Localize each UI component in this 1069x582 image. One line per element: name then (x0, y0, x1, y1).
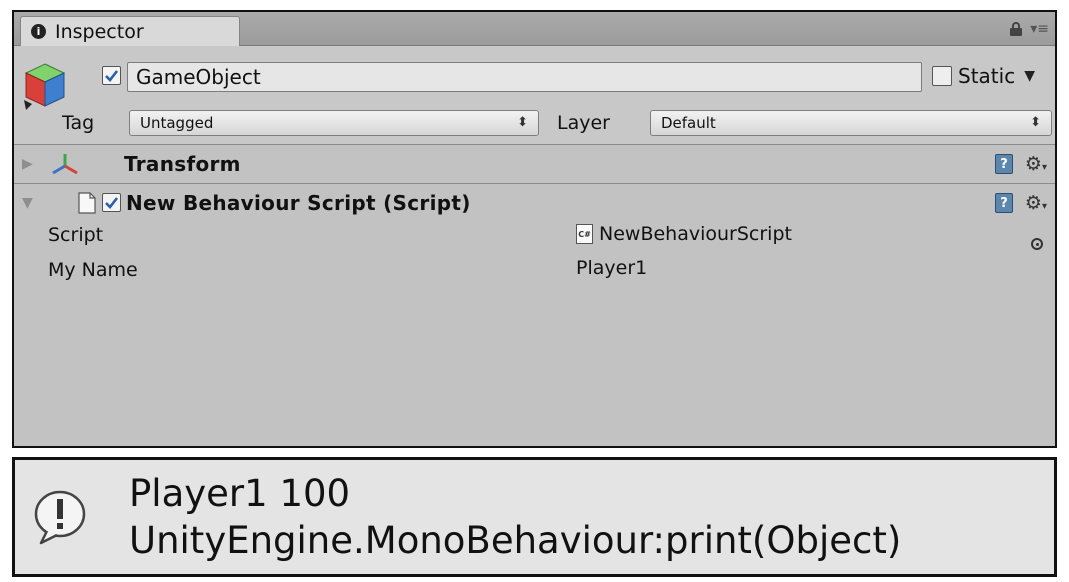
inspector-tab[interactable]: i Inspector (20, 16, 240, 46)
gear-icon[interactable]: ⚙▾ (1025, 192, 1047, 214)
script-property-field[interactable]: C# NewBehaviourScript (576, 223, 792, 245)
help-icon[interactable]: ? (995, 193, 1013, 213)
my-name-property-value: Player1 (576, 257, 648, 279)
updown-arrow-icon: ⬍ (517, 115, 528, 130)
layer-dropdown[interactable]: Default ⬍ (650, 110, 1052, 136)
script-property-value: NewBehaviourScript (599, 223, 792, 245)
inspector-tab-label: Inspector (55, 20, 144, 43)
script-property-label: Script (48, 224, 104, 246)
chevron-down-icon[interactable]: ▼ (1024, 68, 1035, 84)
my-name-property-field[interactable]: Player1 (576, 257, 647, 279)
foldout-collapsed-icon[interactable]: ▶ (22, 156, 33, 172)
gameobject-cube-icon (24, 63, 66, 110)
console-line-1: Player1 100 (129, 472, 351, 515)
transform-component-header[interactable]: ▶ Transform ? ⚙▾ (14, 145, 1055, 184)
transform-title: Transform (124, 152, 241, 176)
tag-label: Tag (62, 112, 95, 134)
info-icon: i (31, 24, 46, 39)
menu-icon[interactable]: ▾≡ (1030, 21, 1049, 37)
script-enabled-checkbox[interactable] (102, 193, 121, 212)
gameobject-header: GameObject Static ▼ Tag Untagged ⬍ Layer… (14, 46, 1055, 145)
console-line-2: UnityEngine.MonoBehaviour:print(Object) (129, 519, 902, 562)
script-file-icon (78, 192, 96, 214)
lock-icon[interactable] (1010, 22, 1023, 36)
script-component-header[interactable]: ▼ New Behaviour Script (Script) ? ⚙▾ (14, 184, 1055, 222)
inspector-panel: i Inspector ▾≡ GameObject Static ▼ Tag U… (12, 10, 1057, 448)
static-label: Static (958, 64, 1016, 88)
layer-value: Default (661, 114, 716, 132)
layer-label: Layer (557, 112, 610, 134)
static-checkbox[interactable] (932, 66, 952, 86)
inspector-tab-bar: i Inspector ▾≡ (14, 12, 1055, 46)
foldout-expanded-icon[interactable]: ▼ (22, 195, 33, 211)
gear-icon[interactable]: ⚙▾ (1025, 153, 1047, 175)
script-component-title: New Behaviour Script (Script) (126, 191, 471, 215)
my-name-property-label: My Name (48, 259, 138, 281)
tab-tools: ▾≡ (1010, 21, 1049, 37)
tag-dropdown[interactable]: Untagged ⬍ (129, 110, 539, 136)
object-picker-icon[interactable] (1031, 238, 1043, 250)
csharp-file-icon: C# (576, 224, 593, 244)
gameobject-active-checkbox[interactable] (102, 66, 121, 85)
static-toggle[interactable]: Static ▼ (932, 64, 1035, 88)
help-icon[interactable]: ? (995, 154, 1013, 174)
transform-icon (52, 154, 78, 175)
tag-value: Untagged (140, 114, 214, 132)
info-bubble-icon (34, 490, 86, 545)
updown-arrow-icon: ⬍ (1030, 115, 1041, 130)
console-message[interactable]: Player1 100 UnityEngine.MonoBehaviour:pr… (12, 457, 1057, 577)
gameobject-name-field[interactable]: GameObject (127, 62, 922, 92)
console-text: Player1 100 UnityEngine.MonoBehaviour:pr… (129, 470, 901, 564)
